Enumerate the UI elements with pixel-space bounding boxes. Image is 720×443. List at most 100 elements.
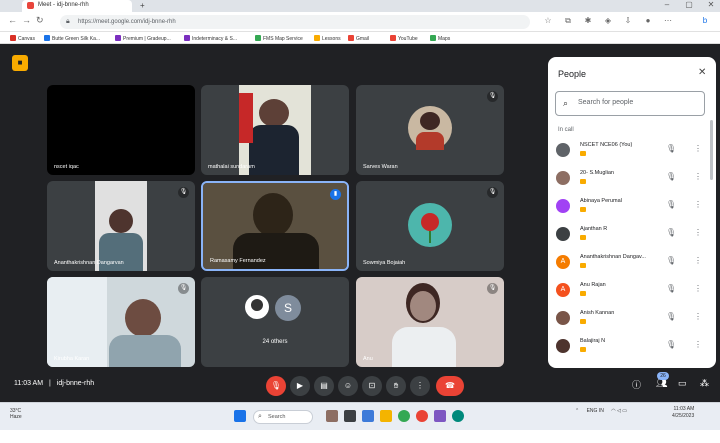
raise-hand-button[interactable]: ✋︎ [386, 376, 406, 396]
profile-icon[interactable]: ● [643, 16, 653, 26]
participant-row[interactable]: Abinaya Perumal 🎙︎ ⋮ [556, 195, 708, 223]
participant-row[interactable]: A Ananthakrishnan Dangav... 🎙︎ ⋮ [556, 251, 708, 279]
participant-row[interactable]: A Anu Rajan 🎙︎ ⋮ [556, 279, 708, 307]
host-tag-icon [580, 263, 586, 268]
chat-icon[interactable]: ▭ [678, 378, 687, 389]
more-vert-icon[interactable]: ⋮ [694, 144, 702, 153]
download-icon[interactable]: ⇩ [623, 16, 633, 26]
bookmark-item[interactable]: Maps [430, 35, 450, 42]
minimize-icon[interactable]: – [660, 0, 674, 9]
bookmark-item[interactable]: Butte Green Silk Ka... [44, 35, 100, 42]
bookmark-item[interactable]: FMS Map Service [255, 35, 303, 42]
forward-icon[interactable]: → [22, 15, 31, 25]
participant-name: Sarves Waran [363, 164, 398, 170]
mic-off-icon[interactable]: 🎙︎ [666, 228, 676, 237]
more-menu-icon[interactable]: ⋯ [663, 16, 673, 26]
mic-off-icon[interactable]: 🎙︎ [666, 144, 676, 153]
bookmark-item[interactable]: Indeterminacy & S... [184, 35, 237, 42]
file-explorer-icon[interactable] [380, 410, 392, 422]
close-window-icon[interactable]: ✕ [704, 0, 718, 9]
browser-tab[interactable]: Meet - idj-bnne-rhh [22, 0, 132, 12]
mic-off-icon: 🎙︎ [178, 187, 189, 198]
search-people-input[interactable]: ⌕ Search for people [555, 91, 705, 116]
store-icon[interactable] [434, 410, 446, 422]
more-vert-icon[interactable]: ⋮ [694, 284, 702, 293]
widgets-icon[interactable] [326, 410, 338, 422]
host-tag-icon [580, 291, 586, 296]
participant-row[interactable]: Ajanthan R 🎙︎ ⋮ [556, 223, 708, 251]
camera-button[interactable]: ▶ [290, 376, 310, 396]
present-icon: ⊡ [368, 381, 376, 390]
activities-badge-icon[interactable]: ■ [12, 55, 28, 71]
collections-icon[interactable]: ⧉ [563, 16, 573, 26]
bookmark-item[interactable]: Canvas [10, 35, 35, 42]
shield-icon[interactable]: ◈ [603, 16, 613, 26]
maximize-icon[interactable]: ▢ [682, 0, 696, 9]
scrollbar[interactable] [710, 120, 713, 180]
participant-tile[interactable]: 🎙︎ Ananthakrishnan Dangarvan [47, 181, 195, 271]
battery-icon[interactable]: ▭ [622, 408, 627, 414]
mic-button[interactable]: 🎙︎ [266, 376, 286, 396]
more-vert-icon[interactable]: ⋮ [694, 312, 702, 321]
bookmark-item[interactable]: Lessons [314, 35, 341, 42]
participant-tile-group[interactable]: S 24 others [201, 277, 349, 367]
reload-icon[interactable]: ↻ [36, 15, 44, 26]
taskbar-clock[interactable]: 11:03 AM 4/25/2023 [672, 406, 694, 420]
participant-tile[interactable]: 🎙︎ Sowmiya Bojaiah [356, 181, 504, 271]
participant-row[interactable]: Anish Kannan 🎙︎ ⋮ [556, 307, 708, 335]
captions-button[interactable]: ▤ [314, 376, 334, 396]
mic-off-icon[interactable]: 🎙︎ [666, 172, 676, 181]
present-button[interactable]: ⊡ [362, 376, 382, 396]
participant-tile[interactable]: 🎙︎ Sarves Waran [356, 85, 504, 175]
taskbar-search[interactable]: ⌕ Search [253, 410, 313, 424]
system-tray[interactable]: ⌃ ENG IN ◠ ◁ ▭ [575, 408, 627, 414]
participant-row[interactable]: Balajiraj N 🎙︎ ⋮ [556, 335, 708, 363]
more-vert-icon[interactable]: ⋮ [694, 256, 702, 265]
task-view-icon[interactable] [344, 410, 356, 422]
chrome-icon[interactable] [416, 410, 428, 422]
more-vert-icon[interactable]: ⋮ [694, 228, 702, 237]
bookmark-item[interactable]: YouTube [390, 35, 418, 42]
people-panel: People ✕ ⌕ Search for people In call NSC… [548, 57, 716, 368]
back-icon[interactable]: ← [8, 15, 17, 25]
bing-icon[interactable]: b [700, 16, 710, 26]
more-vert-icon[interactable]: ⋮ [694, 172, 702, 181]
participant-tile[interactable]: mathalai sundaram [201, 85, 349, 175]
participant-tile[interactable]: 🎙︎ Anu [356, 277, 504, 367]
weather-widget[interactable]: 33°C Haze [10, 408, 22, 420]
mic-off-icon[interactable]: 🎙︎ [666, 312, 676, 321]
leave-call-button[interactable]: ☎︎ [436, 376, 464, 396]
favorite-icon[interactable]: ☆ [543, 16, 553, 26]
mic-off-icon[interactable]: 🎙︎ [666, 340, 676, 349]
app-icon[interactable] [452, 410, 464, 422]
bookmark-item[interactable]: Premium | Gradeup... [115, 35, 171, 42]
mic-off-icon[interactable]: 🎙︎ [666, 200, 676, 209]
bookmark-item[interactable]: Gmail [348, 35, 369, 42]
wifi-icon[interactable]: ◠ [611, 408, 615, 414]
participant-tile[interactable]: 🎙︎ Kirubha Karan [47, 277, 195, 367]
participant-tile[interactable]: nscet iqac [47, 85, 195, 175]
mic-off-icon: 🎙︎ [487, 91, 498, 102]
participant-tile-active-speaker[interactable]: ▮ Ramasamy Fernandez [201, 181, 349, 271]
start-icon[interactable] [234, 410, 246, 422]
volume-icon[interactable]: ◁ [617, 408, 621, 414]
bookmark-label: Gmail [356, 36, 370, 42]
participant-row[interactable]: 20- S.Muglian 🎙︎ ⋮ [556, 167, 708, 195]
info-icon[interactable]: ⓘ [632, 378, 641, 391]
extensions-icon[interactable]: ✱ [583, 16, 593, 26]
tray-chevron-icon[interactable]: ⌃ [575, 408, 579, 414]
edge-icon[interactable] [398, 410, 410, 422]
lang-indicator[interactable]: ENG IN [587, 408, 606, 414]
activities-icon[interactable]: ⁂ [700, 378, 709, 389]
more-vert-icon[interactable]: ⋮ [694, 340, 702, 349]
emoji-button[interactable]: ☺ [338, 376, 358, 396]
close-icon[interactable]: ✕ [698, 67, 706, 78]
chat-app-icon[interactable] [362, 410, 374, 422]
participant-row[interactable]: NSCET NCE06 (You) 🎙︎ ⋮ [556, 139, 708, 167]
mic-off-icon[interactable]: 🎙︎ [666, 284, 676, 293]
mic-off-icon[interactable]: 🎙︎ [666, 256, 676, 265]
more-vert-icon[interactable]: ⋮ [694, 200, 702, 209]
new-tab-icon[interactable]: + [140, 1, 145, 10]
url-field[interactable]: 🔒︎ https://meet.google.com/idj-bnne-rhh [60, 15, 530, 29]
more-options-button[interactable]: ⋮ [410, 376, 430, 396]
